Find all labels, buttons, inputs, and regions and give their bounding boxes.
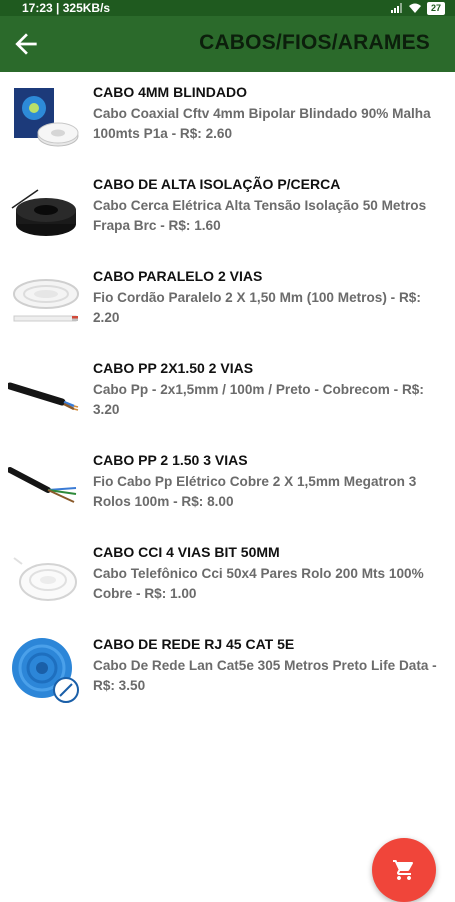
product-list: CABO 4MM BLINDADO Cabo Coaxial Cftv 4mm … <box>0 72 455 716</box>
product-description: Cabo De Rede Lan Cat5e 305 Metros Preto … <box>93 658 437 693</box>
battery-icon: 27 <box>426 1 445 15</box>
product-title: CABO PP 2X1.50 2 VIAS <box>93 360 254 376</box>
page-title: CABOS/FIOS/ARAMES <box>199 31 430 54</box>
product-image <box>8 172 82 246</box>
product-title: CABO PARALELO 2 VIAS <box>93 268 263 284</box>
product-title: CABO CCI 4 VIAS BIT 50MM <box>93 544 280 560</box>
product-image <box>8 448 82 522</box>
product-list-item[interactable]: CABO DE ALTA ISOLAÇÃO P/CERCA Cabo Cerca… <box>0 164 455 256</box>
product-list-item[interactable]: CABO PARALELO 2 VIAS Fio Cordão Paralelo… <box>0 256 455 348</box>
app-bar: CABOS/FIOS/ARAMES <box>0 16 455 72</box>
arrow-back-icon <box>15 33 37 55</box>
product-description: Fio Cordão Paralelo 2 X 1,50 Mm (100 Met… <box>93 290 421 325</box>
product-title: CABO 4MM BLINDADO <box>93 84 247 100</box>
product-description: Cabo Cerca Elétrica Alta Tensão Isolação… <box>93 198 427 233</box>
status-bar: 17:23 | 325KB/s 27 <box>0 0 455 16</box>
product-image <box>8 80 82 154</box>
product-list-item[interactable]: CABO CCI 4 VIAS BIT 50MM Cabo Telefônico… <box>0 532 455 624</box>
product-list-item[interactable]: CABO PP 2X1.50 2 VIAS Cabo Pp - 2x1,5mm … <box>0 348 455 440</box>
product-list-item[interactable]: CABO DE REDE RJ 45 CAT 5E Cabo De Rede L… <box>0 624 455 716</box>
product-list-item[interactable]: CABO PP 2 1.50 3 VIAS Fio Cabo Pp Elétri… <box>0 440 455 532</box>
back-button[interactable] <box>8 26 44 62</box>
product-description: Cabo Coaxial Cftv 4mm Bipolar Blindado 9… <box>93 106 431 141</box>
status-time-speed: 17:23 | 325KB/s <box>22 1 111 15</box>
status-icons: 27 <box>390 1 445 15</box>
shopping-cart-icon <box>393 860 414 880</box>
product-description: Cabo Telefônico Cci 50x4 Pares Rolo 200 … <box>93 566 424 601</box>
wifi-icon <box>408 3 421 13</box>
cart-button[interactable] <box>372 838 436 902</box>
product-image <box>8 264 82 338</box>
product-image <box>8 632 82 706</box>
product-list-item[interactable]: CABO 4MM BLINDADO Cabo Coaxial Cftv 4mm … <box>0 72 455 164</box>
signal-icon <box>390 3 402 13</box>
product-title: CABO PP 2 1.50 3 VIAS <box>93 452 248 468</box>
product-image <box>8 540 82 614</box>
product-image <box>8 356 82 430</box>
product-description: Fio Cabo Pp Elétrico Cobre 2 X 1,5mm Meg… <box>93 474 417 509</box>
product-title: CABO DE ALTA ISOLAÇÃO P/CERCA <box>93 176 341 192</box>
product-description: Cabo Pp - 2x1,5mm / 100m / Preto - Cobre… <box>93 382 424 417</box>
product-title: CABO DE REDE RJ 45 CAT 5E <box>93 636 295 652</box>
